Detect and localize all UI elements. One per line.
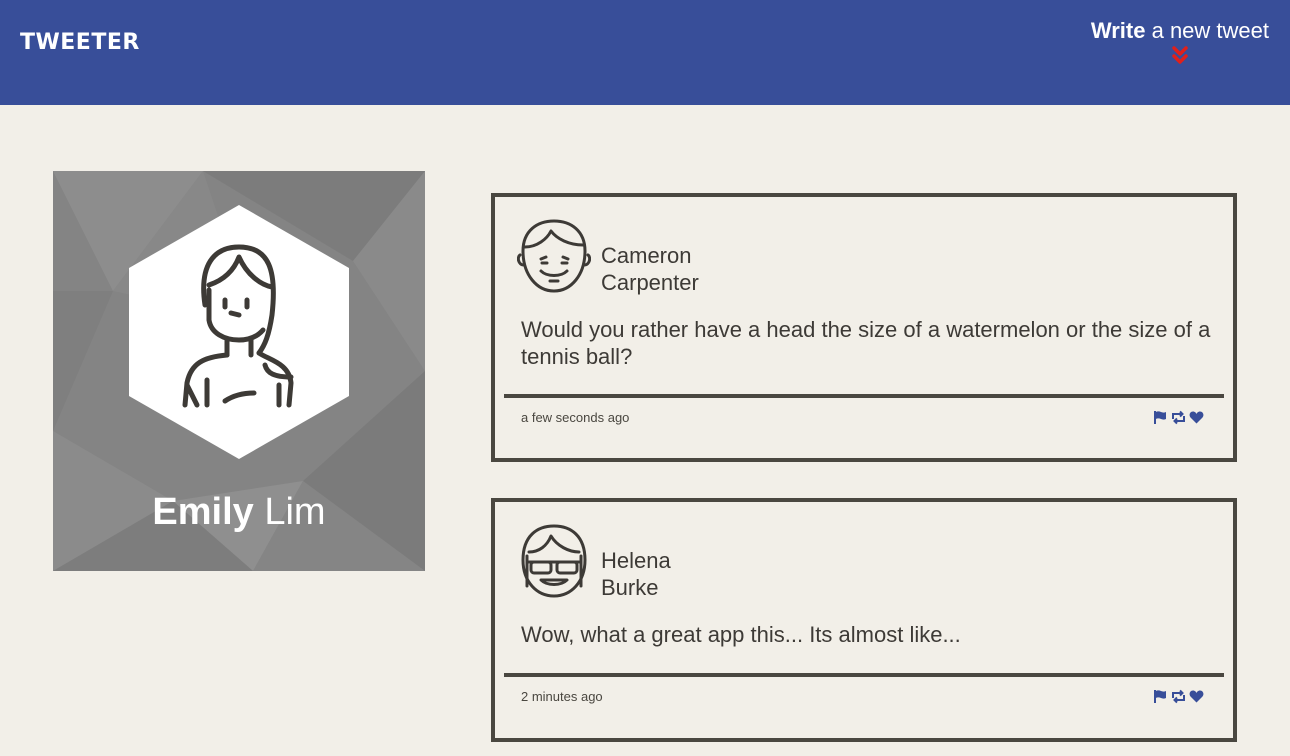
compose-label-strong: Write bbox=[1090, 18, 1146, 43]
tweet-timestamp: a few seconds ago bbox=[521, 410, 630, 425]
man-avatar-icon bbox=[517, 219, 591, 293]
compose-toggle[interactable]: Write a new tweet bbox=[1091, 18, 1269, 66]
tweet-card: Cameron Carpenter Would you rather have … bbox=[491, 193, 1237, 462]
tweet-divider bbox=[504, 394, 1224, 398]
profile-first-name: Emily bbox=[152, 491, 254, 533]
top-nav: TWEETER Write a new tweet bbox=[0, 0, 1290, 105]
compose-label[interactable]: Write a new tweet bbox=[1091, 18, 1269, 44]
profile-last-name: Lim bbox=[264, 491, 326, 533]
tweet-content: Would you rather have a head the size of… bbox=[521, 317, 1211, 369]
tweet-author-first: Helena bbox=[601, 548, 671, 573]
retweet-icon[interactable] bbox=[1171, 410, 1186, 425]
tweet-author-last: Burke bbox=[601, 575, 659, 600]
logo[interactable]: TWEETER bbox=[20, 30, 140, 55]
heart-icon[interactable] bbox=[1189, 410, 1204, 425]
profile-card: Emily Lim bbox=[53, 171, 425, 571]
tweet-content: Wow, what a great app this... Its almost… bbox=[521, 622, 961, 647]
retweet-icon[interactable] bbox=[1171, 689, 1186, 704]
profile-name: Emily Lim bbox=[53, 491, 425, 534]
tweet-author: Cameron Carpenter bbox=[601, 242, 699, 296]
tweet-timestamp: 2 minutes ago bbox=[521, 689, 603, 704]
tweet-actions bbox=[1153, 689, 1204, 704]
flag-icon[interactable] bbox=[1153, 689, 1168, 704]
heart-icon[interactable] bbox=[1189, 689, 1204, 704]
flag-icon[interactable] bbox=[1153, 410, 1168, 425]
double-chevron-down-icon[interactable] bbox=[1091, 46, 1269, 66]
tweet-actions bbox=[1153, 410, 1204, 425]
tweet-author-first: Cameron bbox=[601, 243, 692, 268]
tweet-author-last: Carpenter bbox=[601, 270, 699, 295]
compose-label-rest: a new tweet bbox=[1151, 18, 1269, 43]
tweet-author: Helena Burke bbox=[601, 547, 671, 601]
woman-sunglasses-avatar-icon bbox=[521, 524, 587, 598]
woman-avatar-icon bbox=[129, 205, 349, 459]
tweet-divider bbox=[504, 673, 1224, 677]
tweet-card: Helena Burke Wow, what a great app this.… bbox=[491, 498, 1237, 742]
